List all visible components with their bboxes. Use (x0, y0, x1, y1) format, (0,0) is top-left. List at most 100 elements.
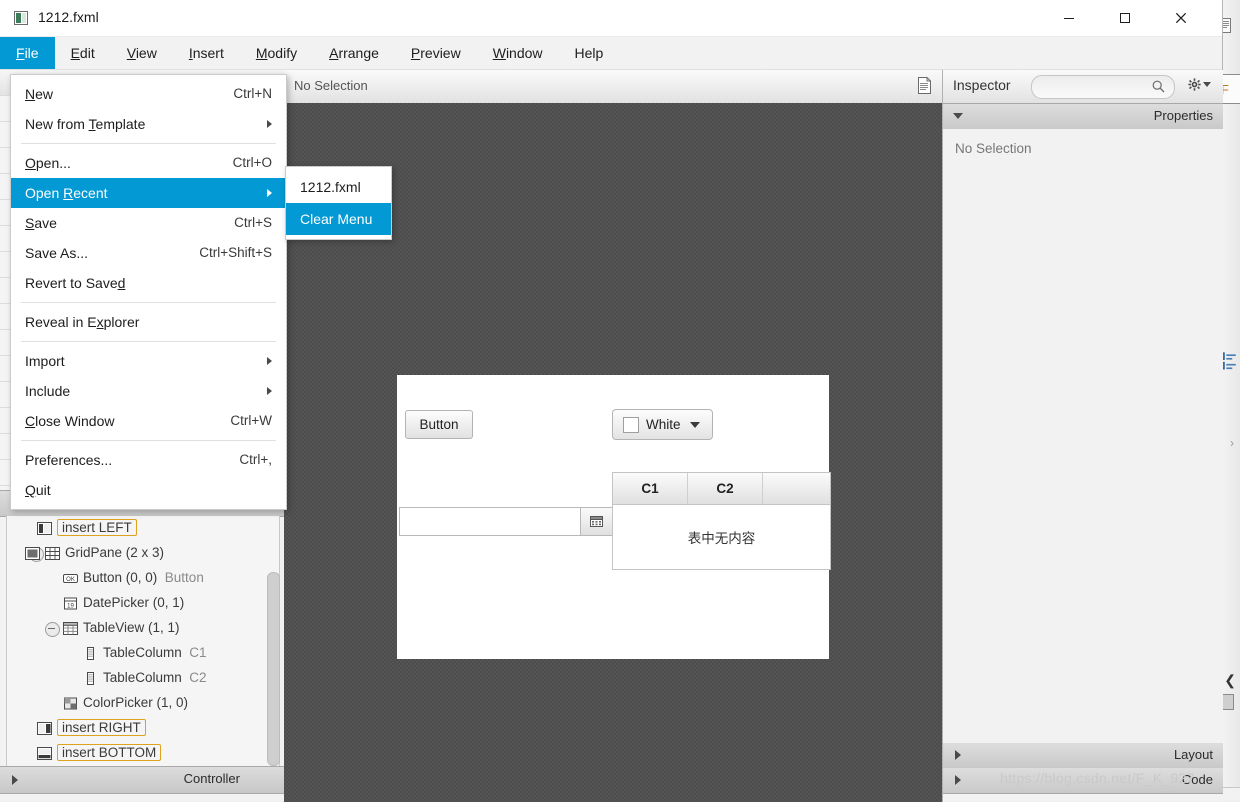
menu-item-reveal-in-explorer[interactable]: Reveal in Explorer (11, 307, 286, 337)
submenu-arrow-icon (267, 387, 272, 395)
menu-file[interactable]: File (0, 37, 55, 69)
chevron-down-icon[interactable] (953, 113, 963, 119)
minimize-button[interactable] (1046, 0, 1092, 36)
menu-edit[interactable]: Edit (55, 37, 111, 69)
menu-item-new-from-template[interactable]: New from Template (11, 109, 286, 139)
date-picker-button[interactable] (581, 507, 613, 536)
gridpane-icon (45, 546, 60, 561)
tablecolumn-icon (83, 671, 98, 686)
hierarchy-tree-row[interactable]: insert RIGHT (7, 716, 279, 741)
menu-help[interactable]: Help (559, 37, 620, 69)
hierarchy-tree-row[interactable]: OK Button (0, 0) Button (7, 566, 279, 591)
menu-item-shortcut: Ctrl+W (230, 413, 272, 428)
menu-modify[interactable]: Modify (240, 37, 313, 69)
datepicker-icon: 19 (63, 596, 78, 611)
form-preview-root[interactable]: Button White C1 C2 表中无内容 (397, 375, 831, 659)
menu-separator (21, 440, 276, 441)
menu-item-label: New from Template (25, 116, 146, 132)
menu-item-save-as[interactable]: Save As... Ctrl+Shift+S (11, 238, 286, 268)
inspector-section-layout[interactable]: Layout (943, 743, 1223, 769)
table-column-header[interactable]: C1 (613, 473, 688, 504)
tableview-icon (63, 621, 78, 636)
preview-table-view[interactable]: C1 C2 表中无内容 (612, 472, 831, 570)
hierarchy-scrollbar-thumb[interactable] (267, 572, 280, 766)
hierarchy-tree-row[interactable]: TableColumn C1 (7, 641, 279, 666)
close-button[interactable] (1158, 0, 1204, 36)
hierarchy-tree[interactable]: insert LEFT GridPane (2 x 3) OK Button (0, … (6, 516, 280, 772)
inspector-settings-button[interactable] (1188, 78, 1211, 91)
menu-insert[interactable]: Insert (173, 37, 240, 69)
collapse-arrow-icon[interactable]: ❮ (1224, 672, 1236, 689)
menu-item-label: Reveal in Explorer (25, 314, 140, 330)
chevron-right-icon[interactable] (955, 750, 961, 760)
menu-item-save[interactable]: Save Ctrl+S (11, 208, 286, 238)
inspector-search-field[interactable] (1031, 75, 1175, 99)
hierarchy-panel: Hierarchy insert LEFTGridPane (2 x 3)OKB… (0, 490, 285, 802)
preview-button[interactable]: Button (405, 410, 473, 439)
hierarchy-row-label: TableView (1, 1) (83, 620, 180, 635)
disclosure-toggle-icon[interactable] (45, 622, 60, 637)
menu-item-label: Open Recent (25, 185, 108, 201)
insert-left-icon (37, 521, 52, 536)
table-empty-placeholder: 表中无内容 (687, 530, 756, 546)
menu-item-include[interactable]: Include (11, 376, 286, 406)
insert-right-icon (37, 721, 52, 736)
submenu-arrow-icon (267, 189, 272, 197)
expand-chevron-icon[interactable]: › (1230, 436, 1234, 450)
menu-arrange[interactable]: Arrange (313, 37, 395, 69)
hierarchy-tree-row[interactable]: TableColumn C2 (7, 666, 279, 691)
menu-item-label: Include (25, 383, 71, 399)
scene-builder-window: 1212.fxml File Edit View Insert Modify Arrang… (0, 0, 1223, 802)
selection-status: No Selection (294, 78, 368, 93)
hierarchy-row-label: TableColumn C2 (103, 670, 207, 685)
window-title: 1212.fxml (38, 9, 99, 25)
submenu-arrow-icon (267, 357, 272, 365)
chevron-right-icon[interactable] (12, 775, 18, 785)
menu-item-revert-to-saved[interactable]: Revert to Saved (11, 268, 286, 298)
maximize-button[interactable] (1102, 0, 1148, 36)
menu-item-close-window[interactable]: Close Window Ctrl+W (11, 406, 286, 436)
hierarchy-tree-row[interactable]: insert BOTTOM (7, 741, 279, 766)
menu-window[interactable]: Window (477, 37, 559, 69)
chevron-right-icon[interactable] (955, 775, 961, 785)
menu-item-import[interactable]: Import (11, 346, 286, 376)
file-menu-popup[interactable]: New Ctrl+N New from Template Open... Ctrl+O O… (10, 74, 287, 510)
insert-bottom-icon (37, 746, 52, 761)
menu-item-preferences[interactable]: Preferences... Ctrl+, (11, 445, 286, 475)
open-recent-submenu[interactable]: 1212.fxml Clear Menu (285, 166, 392, 240)
inspector-section-properties[interactable]: Properties (943, 104, 1223, 130)
recent-item-1212-fxml[interactable]: 1212.fxml (286, 171, 391, 203)
menu-item-open-recent[interactable]: Open Recent (11, 178, 286, 208)
maximize-icon (1120, 13, 1130, 23)
inspector-empty-text: No Selection (955, 141, 1032, 156)
hierarchy-tree-row[interactable]: 19 DatePicker (0, 1) (7, 591, 279, 616)
preview-color-picker[interactable]: White (612, 409, 713, 440)
preview-date-picker[interactable] (399, 507, 613, 536)
hierarchy-tree-row[interactable]: insert LEFT (7, 516, 279, 541)
date-picker-field[interactable] (399, 507, 581, 536)
table-column-header[interactable]: C2 (688, 473, 763, 504)
menu-preview[interactable]: Preview (395, 37, 477, 69)
menu-item-quit[interactable]: Quit (11, 475, 286, 505)
search-icon (1152, 80, 1165, 93)
menu-view[interactable]: View (111, 37, 173, 69)
controller-section-bar[interactable]: Controller (0, 766, 284, 794)
menu-item-label: Revert to Saved (25, 275, 126, 291)
table-column-header-filler (763, 473, 830, 504)
chevron-down-icon[interactable] (690, 422, 700, 428)
hierarchy-tree-row[interactable]: TableView (1, 1) (7, 616, 279, 641)
menu-separator (21, 143, 276, 144)
chevron-down-icon[interactable] (1203, 82, 1211, 87)
tablecolumn-icon (83, 646, 98, 661)
menu-separator (21, 341, 276, 342)
hierarchy-tree-row[interactable]: GridPane (2 x 3) (7, 541, 279, 566)
section-label: Properties (1153, 108, 1213, 123)
document-icon[interactable] (918, 77, 932, 94)
calendar-icon (590, 516, 603, 527)
hierarchy-tree-row[interactable]: ColorPicker (1, 0) (7, 691, 279, 716)
menu-item-new[interactable]: New Ctrl+N (11, 79, 286, 109)
menu-bar[interactable]: File Edit View Insert Modify Arrange Preview Wi… (0, 37, 1222, 70)
menu-item-open[interactable]: Open... Ctrl+O (11, 148, 286, 178)
menu-item-shortcut: Ctrl+, (239, 452, 272, 467)
recent-item-clear-menu[interactable]: Clear Menu (286, 203, 391, 235)
